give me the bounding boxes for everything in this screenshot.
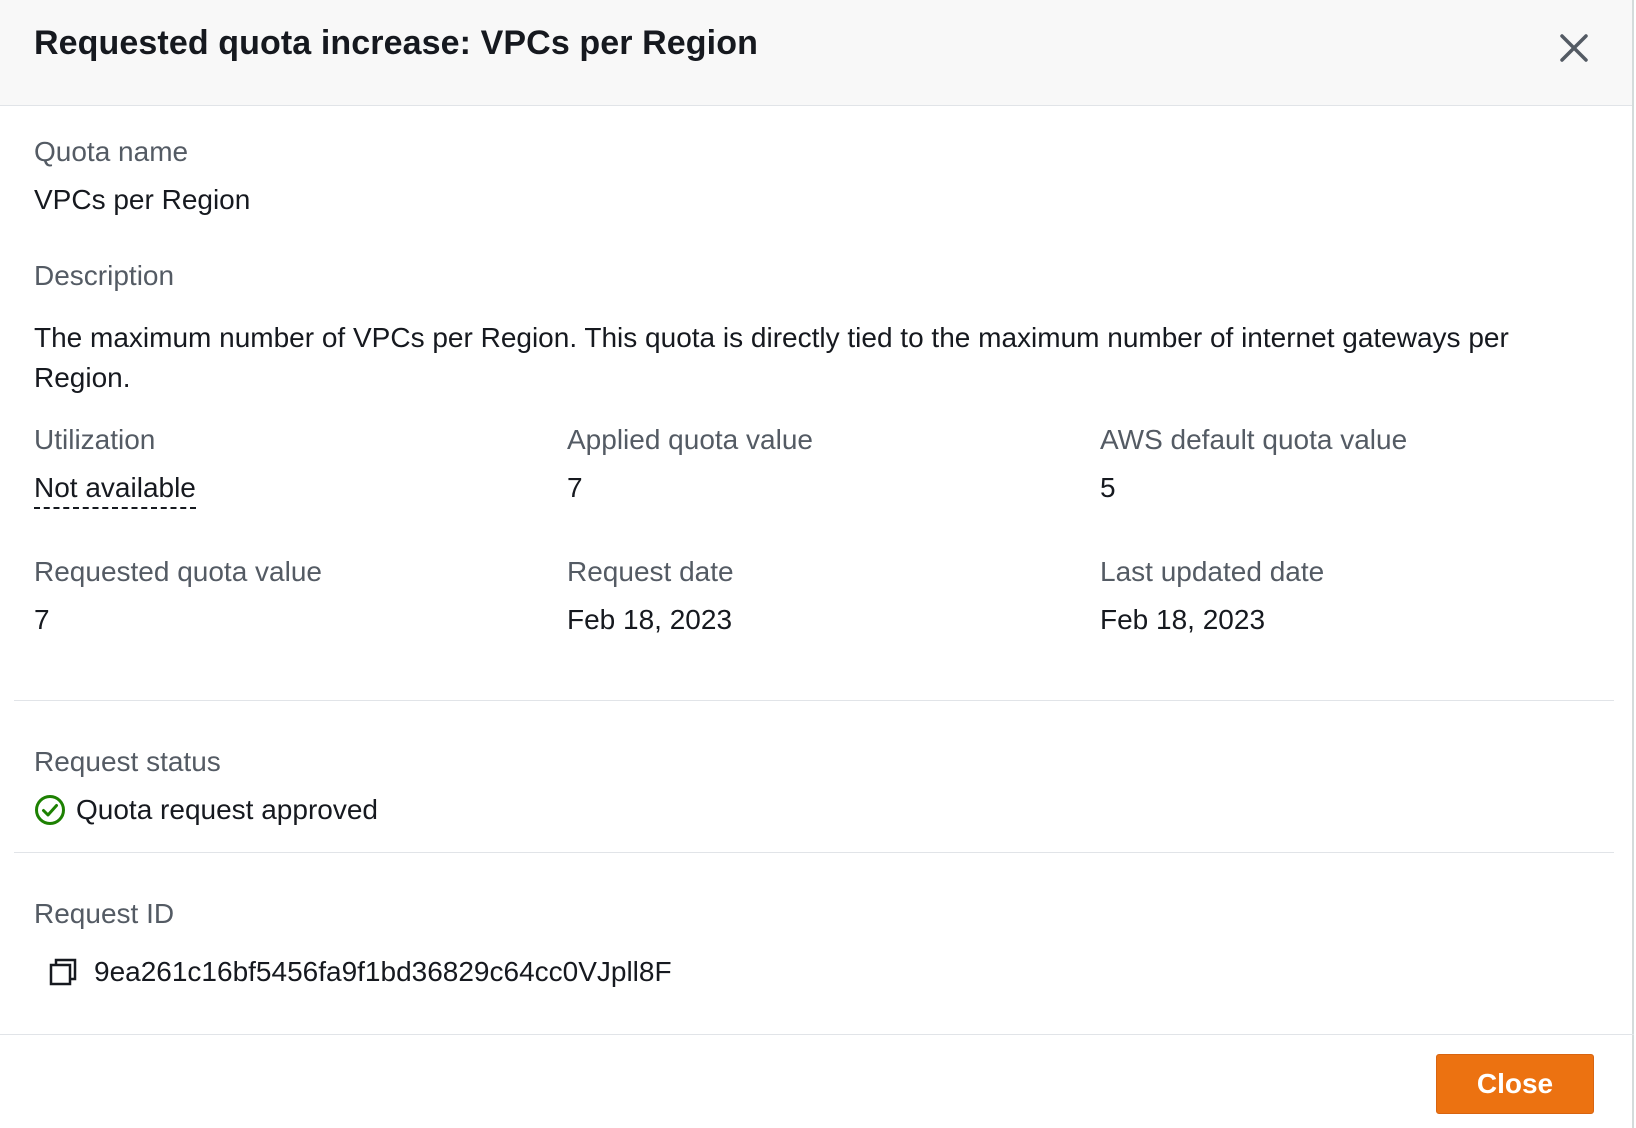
requested-quota-value: 7 — [34, 604, 50, 635]
requested-quota-value-label: Requested quota value — [34, 556, 322, 587]
last-updated-date-label: Last updated date — [1100, 556, 1325, 587]
request-id-value: 9ea261c16bf5456fa9f1bd36829c64cc0VJpll8F — [94, 956, 672, 987]
quota-request-modal: Requested quota increase: VPCs per Regio… — [0, 0, 1634, 1128]
request-date-value: Feb 18, 2023 — [567, 604, 733, 635]
description-label: Description — [34, 260, 175, 291]
quota-name-value: VPCs per Region — [34, 184, 251, 215]
close-icon[interactable] — [1554, 28, 1594, 68]
aws-default-quota-value: 5 — [1100, 472, 1116, 503]
quota-name-label: Quota name — [34, 136, 189, 167]
modal-header: Requested quota increase: VPCs per Regio… — [0, 0, 1632, 106]
request-id-label: Request ID — [34, 898, 175, 929]
last-updated-date-value: Feb 18, 2023 — [1100, 604, 1266, 635]
aws-default-quota-value-label: AWS default quota value — [1100, 424, 1408, 455]
request-id-row: 9ea261c16bf5456fa9f1bd36829c64cc0VJpll8F — [48, 956, 672, 988]
footer-divider — [0, 1034, 1634, 1035]
check-circle-icon — [35, 795, 65, 825]
close-button[interactable]: Close — [1436, 1054, 1594, 1114]
request-date-label: Request date — [567, 556, 734, 587]
modal-title: Requested quota increase: VPCs per Regio… — [34, 24, 758, 62]
applied-quota-value-label: Applied quota value — [567, 424, 813, 455]
request-status-value: Quota request approved — [76, 794, 378, 825]
copy-icon[interactable] — [48, 957, 78, 987]
utilization-value-text[interactable]: Not available — [34, 472, 196, 509]
utilization-label: Utilization — [34, 424, 156, 455]
utilization-value[interactable]: Not available — [34, 472, 196, 509]
request-status: Quota request approved — [34, 794, 378, 826]
description-value: The maximum number of VPCs per Region. T… — [34, 322, 1509, 393]
section-divider — [14, 700, 1614, 701]
applied-quota-value: 7 — [567, 472, 583, 503]
request-status-label: Request status — [34, 746, 221, 777]
section-divider — [14, 852, 1614, 853]
